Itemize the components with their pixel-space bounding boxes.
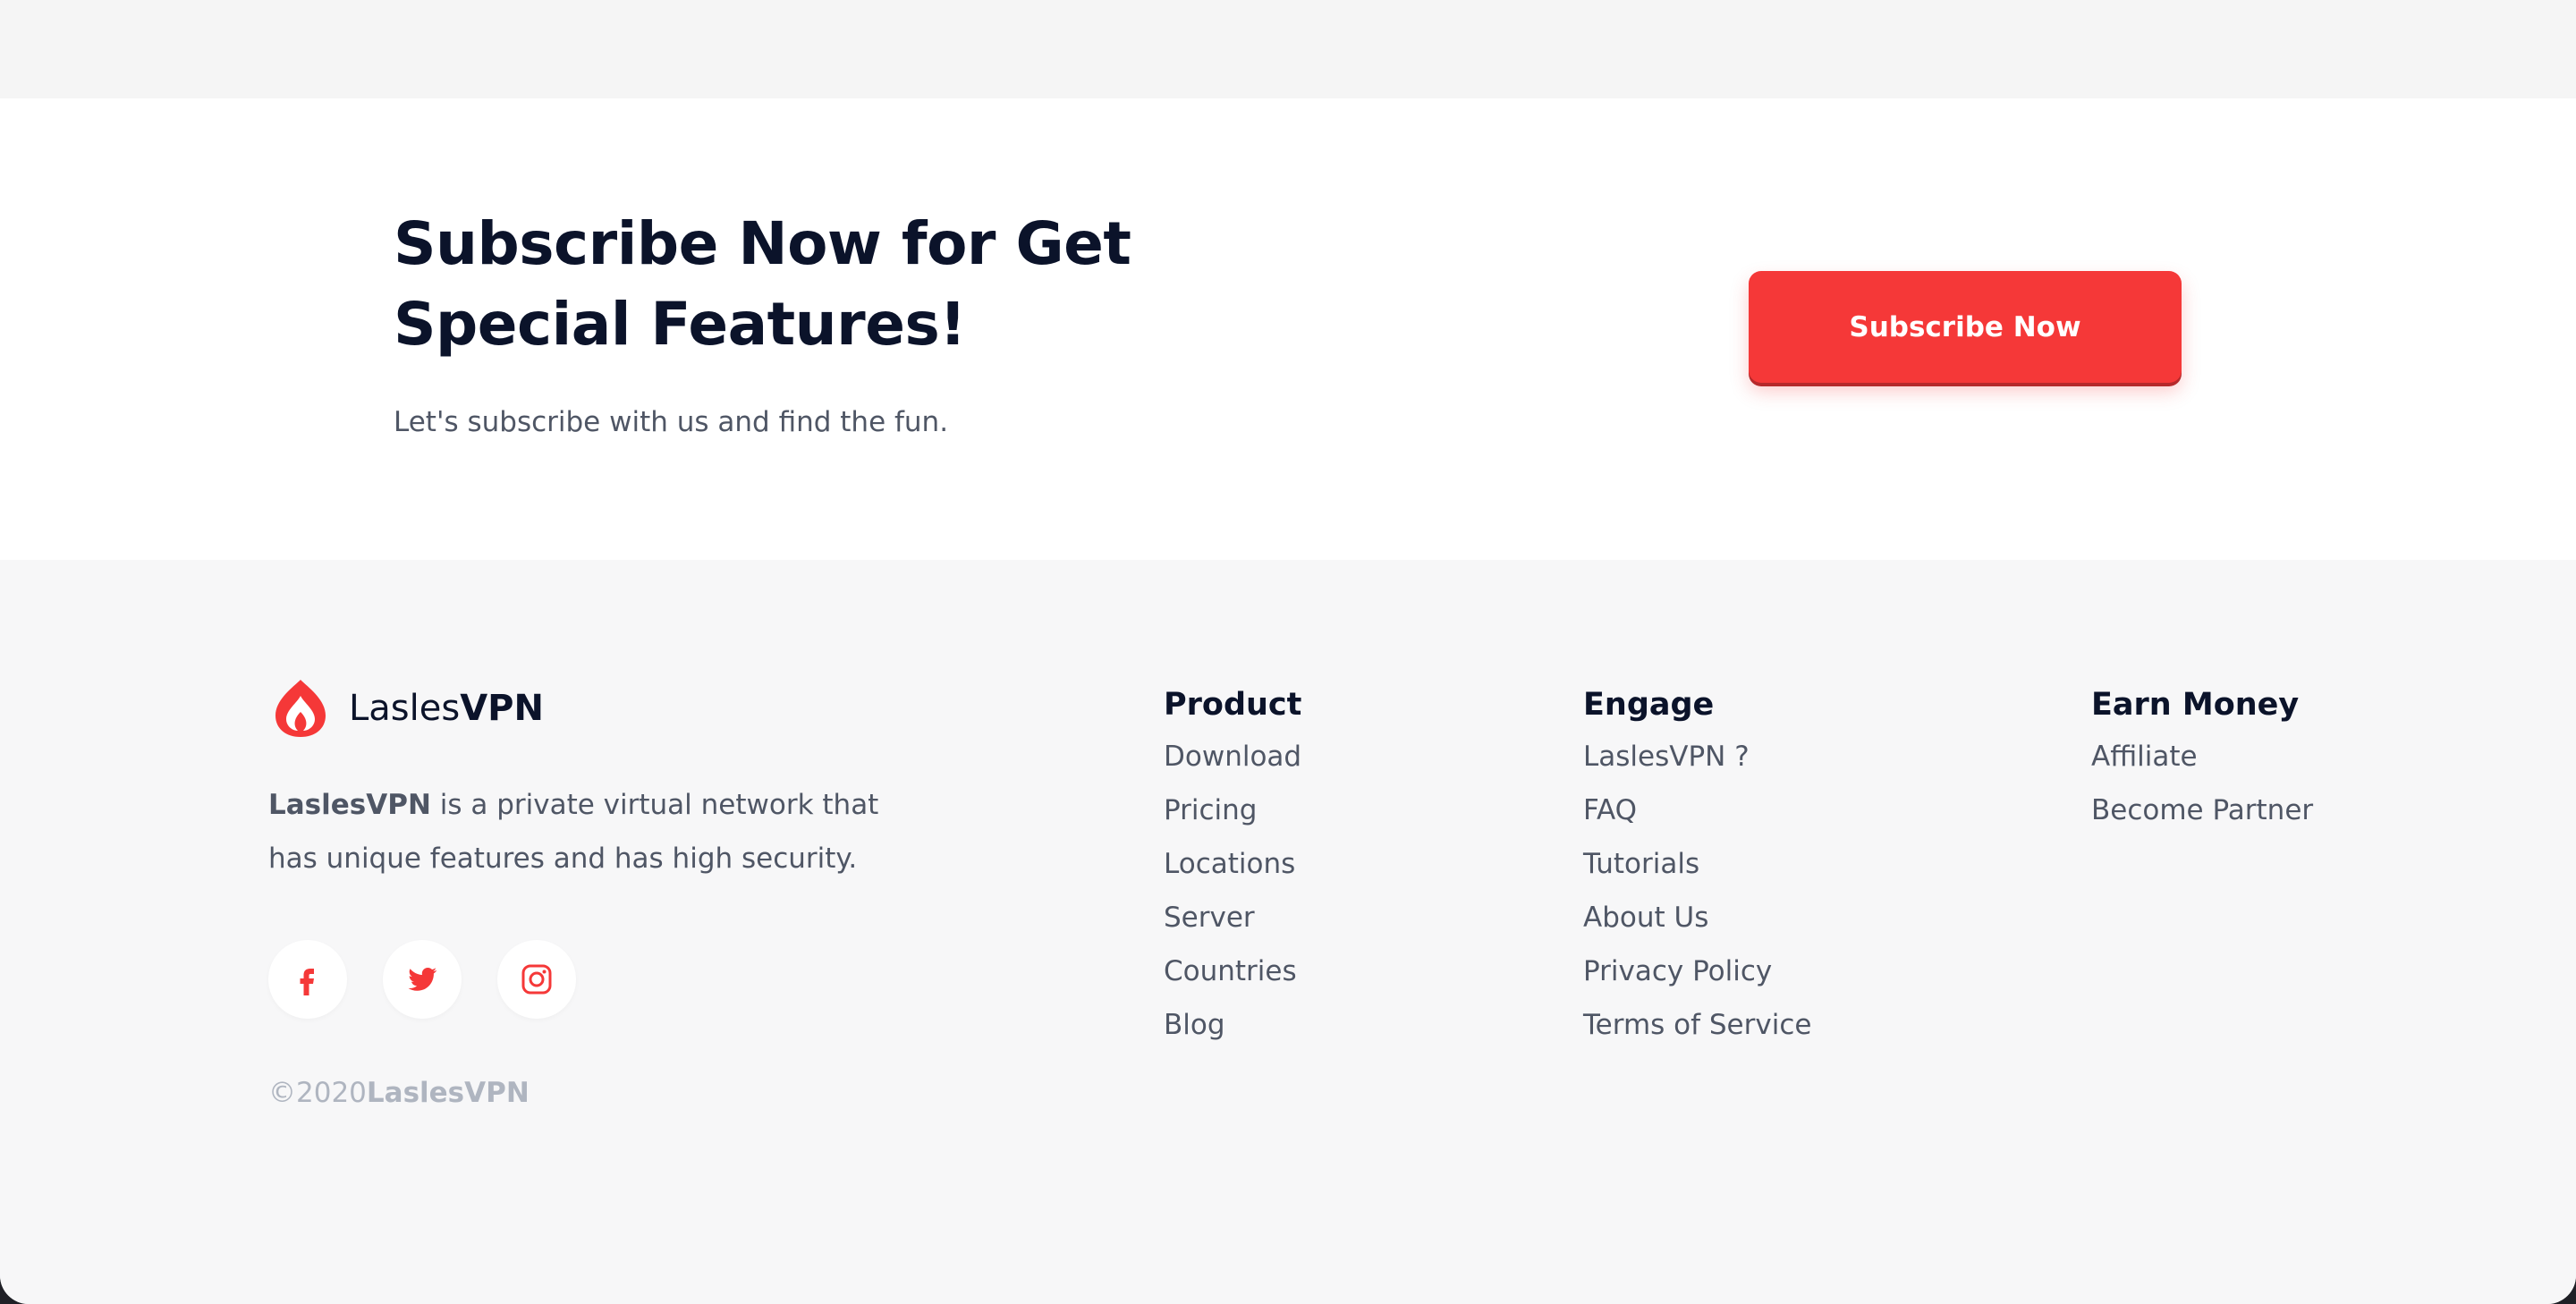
instagram-link[interactable] xyxy=(497,940,576,1019)
brand-name-bold: VPN xyxy=(460,688,544,729)
footer-link-become-partner[interactable]: Become Partner xyxy=(2091,783,2313,837)
about-brand: LaslesVPN xyxy=(268,789,431,821)
twitter-icon xyxy=(408,968,437,991)
footer-link-tutorials[interactable]: Tutorials xyxy=(1583,837,1811,891)
subscribe-title-line2: Special Features! xyxy=(394,290,966,359)
twitter-link[interactable] xyxy=(383,940,462,1019)
footer-link-faq[interactable]: FAQ xyxy=(1583,783,1811,837)
footer-link-blog[interactable]: Blog xyxy=(1164,998,1301,1052)
subscribe-now-button[interactable]: Subscribe Now xyxy=(1749,271,2182,383)
footer-column-engage: Engage LaslesVPN ? FAQ Tutorials About U… xyxy=(1583,685,1811,1052)
brand-name-regular: Lasles xyxy=(349,688,461,729)
footer-link-terms-of-service[interactable]: Terms of Service xyxy=(1583,998,1811,1052)
footer-column-earn-money: Earn Money Affiliate Become Partner xyxy=(2091,685,2313,837)
footer-link-pricing[interactable]: Pricing xyxy=(1164,783,1301,837)
copyright: ©2020LaslesVPN xyxy=(268,1077,530,1109)
flame-logo-icon xyxy=(275,680,326,737)
earn-money-links: Affiliate Become Partner xyxy=(2091,730,2313,837)
footer: LaslesVPN LaslesVPN is a private virtual… xyxy=(0,560,2576,1304)
column-heading-product: Product xyxy=(1164,687,1302,723)
footer-link-download[interactable]: Download xyxy=(1164,730,1301,783)
footer-about-text: LaslesVPN is a private virtual network t… xyxy=(268,778,894,885)
footer-link-laslesvpn[interactable]: LaslesVPN ? xyxy=(1583,730,1811,783)
social-links xyxy=(268,940,576,1019)
product-links: Download Pricing Locations Server Countr… xyxy=(1164,730,1301,1052)
top-strip xyxy=(0,0,2576,98)
copyright-brand: LaslesVPN xyxy=(366,1077,530,1109)
column-heading-earn-money: Earn Money xyxy=(2091,687,2300,723)
footer-link-about-us[interactable]: About Us xyxy=(1583,891,1811,944)
footer-link-countries[interactable]: Countries xyxy=(1164,944,1301,998)
facebook-icon xyxy=(300,969,314,995)
page: Subscribe Now for Get Special Features! … xyxy=(0,0,2576,1304)
footer-link-privacy-policy[interactable]: Privacy Policy xyxy=(1583,944,1811,998)
footer-link-server[interactable]: Server xyxy=(1164,891,1301,944)
subscribe-title: Subscribe Now for Get Special Features! xyxy=(394,204,1199,365)
brand-name: LaslesVPN xyxy=(349,688,544,729)
subscribe-title-line1: Subscribe Now for Get xyxy=(394,209,1131,278)
footer-brand[interactable]: LaslesVPN xyxy=(268,676,544,741)
copyright-prefix: ©2020 xyxy=(268,1077,367,1109)
instagram-icon xyxy=(521,964,552,995)
footer-link-locations[interactable]: Locations xyxy=(1164,837,1301,891)
subscribe-section: Subscribe Now for Get Special Features! … xyxy=(0,98,2576,560)
engage-links: LaslesVPN ? FAQ Tutorials About Us Priva… xyxy=(1583,730,1811,1052)
footer-link-affiliate[interactable]: Affiliate xyxy=(2091,730,2313,783)
subscribe-text: Let's subscribe with us and find the fun… xyxy=(394,406,949,438)
footer-column-product: Product Download Pricing Locations Serve… xyxy=(1164,685,1301,1052)
column-heading-engage: Engage xyxy=(1583,687,1715,723)
facebook-link[interactable] xyxy=(268,940,347,1019)
